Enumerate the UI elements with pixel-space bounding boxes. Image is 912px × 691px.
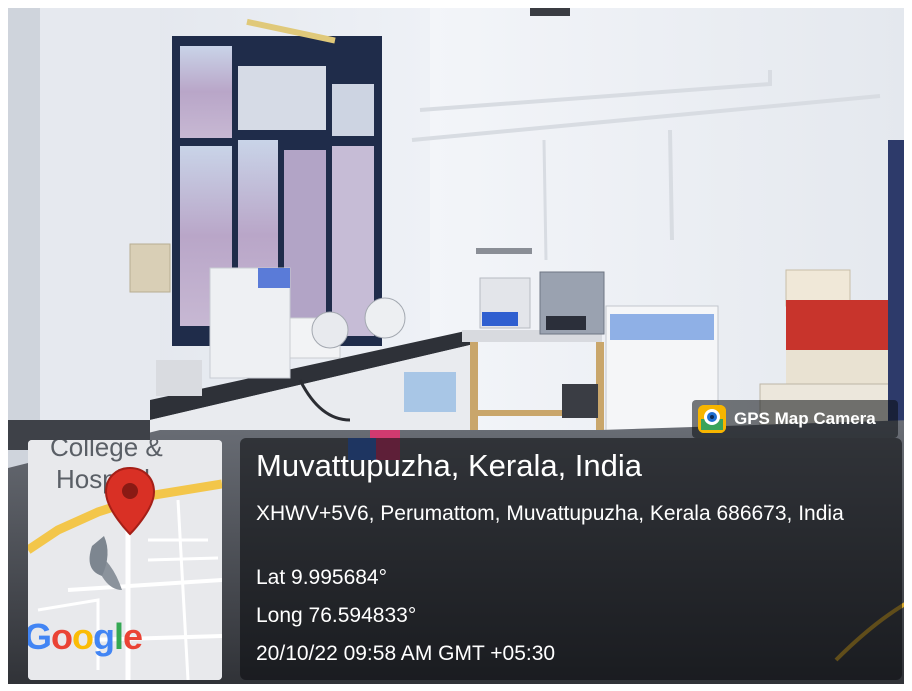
- gps-map-camera-label: GPS Map Camera: [734, 409, 876, 428]
- location-address: XHWV+5V6, Perumattom, Muvattupuzha, Kera…: [256, 502, 844, 525]
- location-info-panel: Muvattupuzha, Kerala, India XHWV+5V6, Pe…: [240, 438, 902, 680]
- map-thumbnail: College & Hospital Google: [28, 440, 222, 680]
- map-place-label-college: College &: [50, 440, 163, 462]
- location-title: Muvattupuzha, Kerala, India: [256, 448, 643, 483]
- geotagged-photo: GPS Map Camera College & Hospital Google: [0, 0, 912, 691]
- gps-map-camera-badge: GPS Map Camera: [692, 400, 898, 438]
- longitude-value: Long 76.594833°: [256, 604, 417, 627]
- map-pin-icon: [104, 466, 156, 536]
- timestamp: 20/10/22 09:58 AM GMT +05:30: [256, 642, 556, 665]
- google-logo: Google: [28, 616, 143, 657]
- gps-camera-icon: [698, 405, 726, 433]
- latitude-value: Lat 9.995684°: [256, 566, 388, 589]
